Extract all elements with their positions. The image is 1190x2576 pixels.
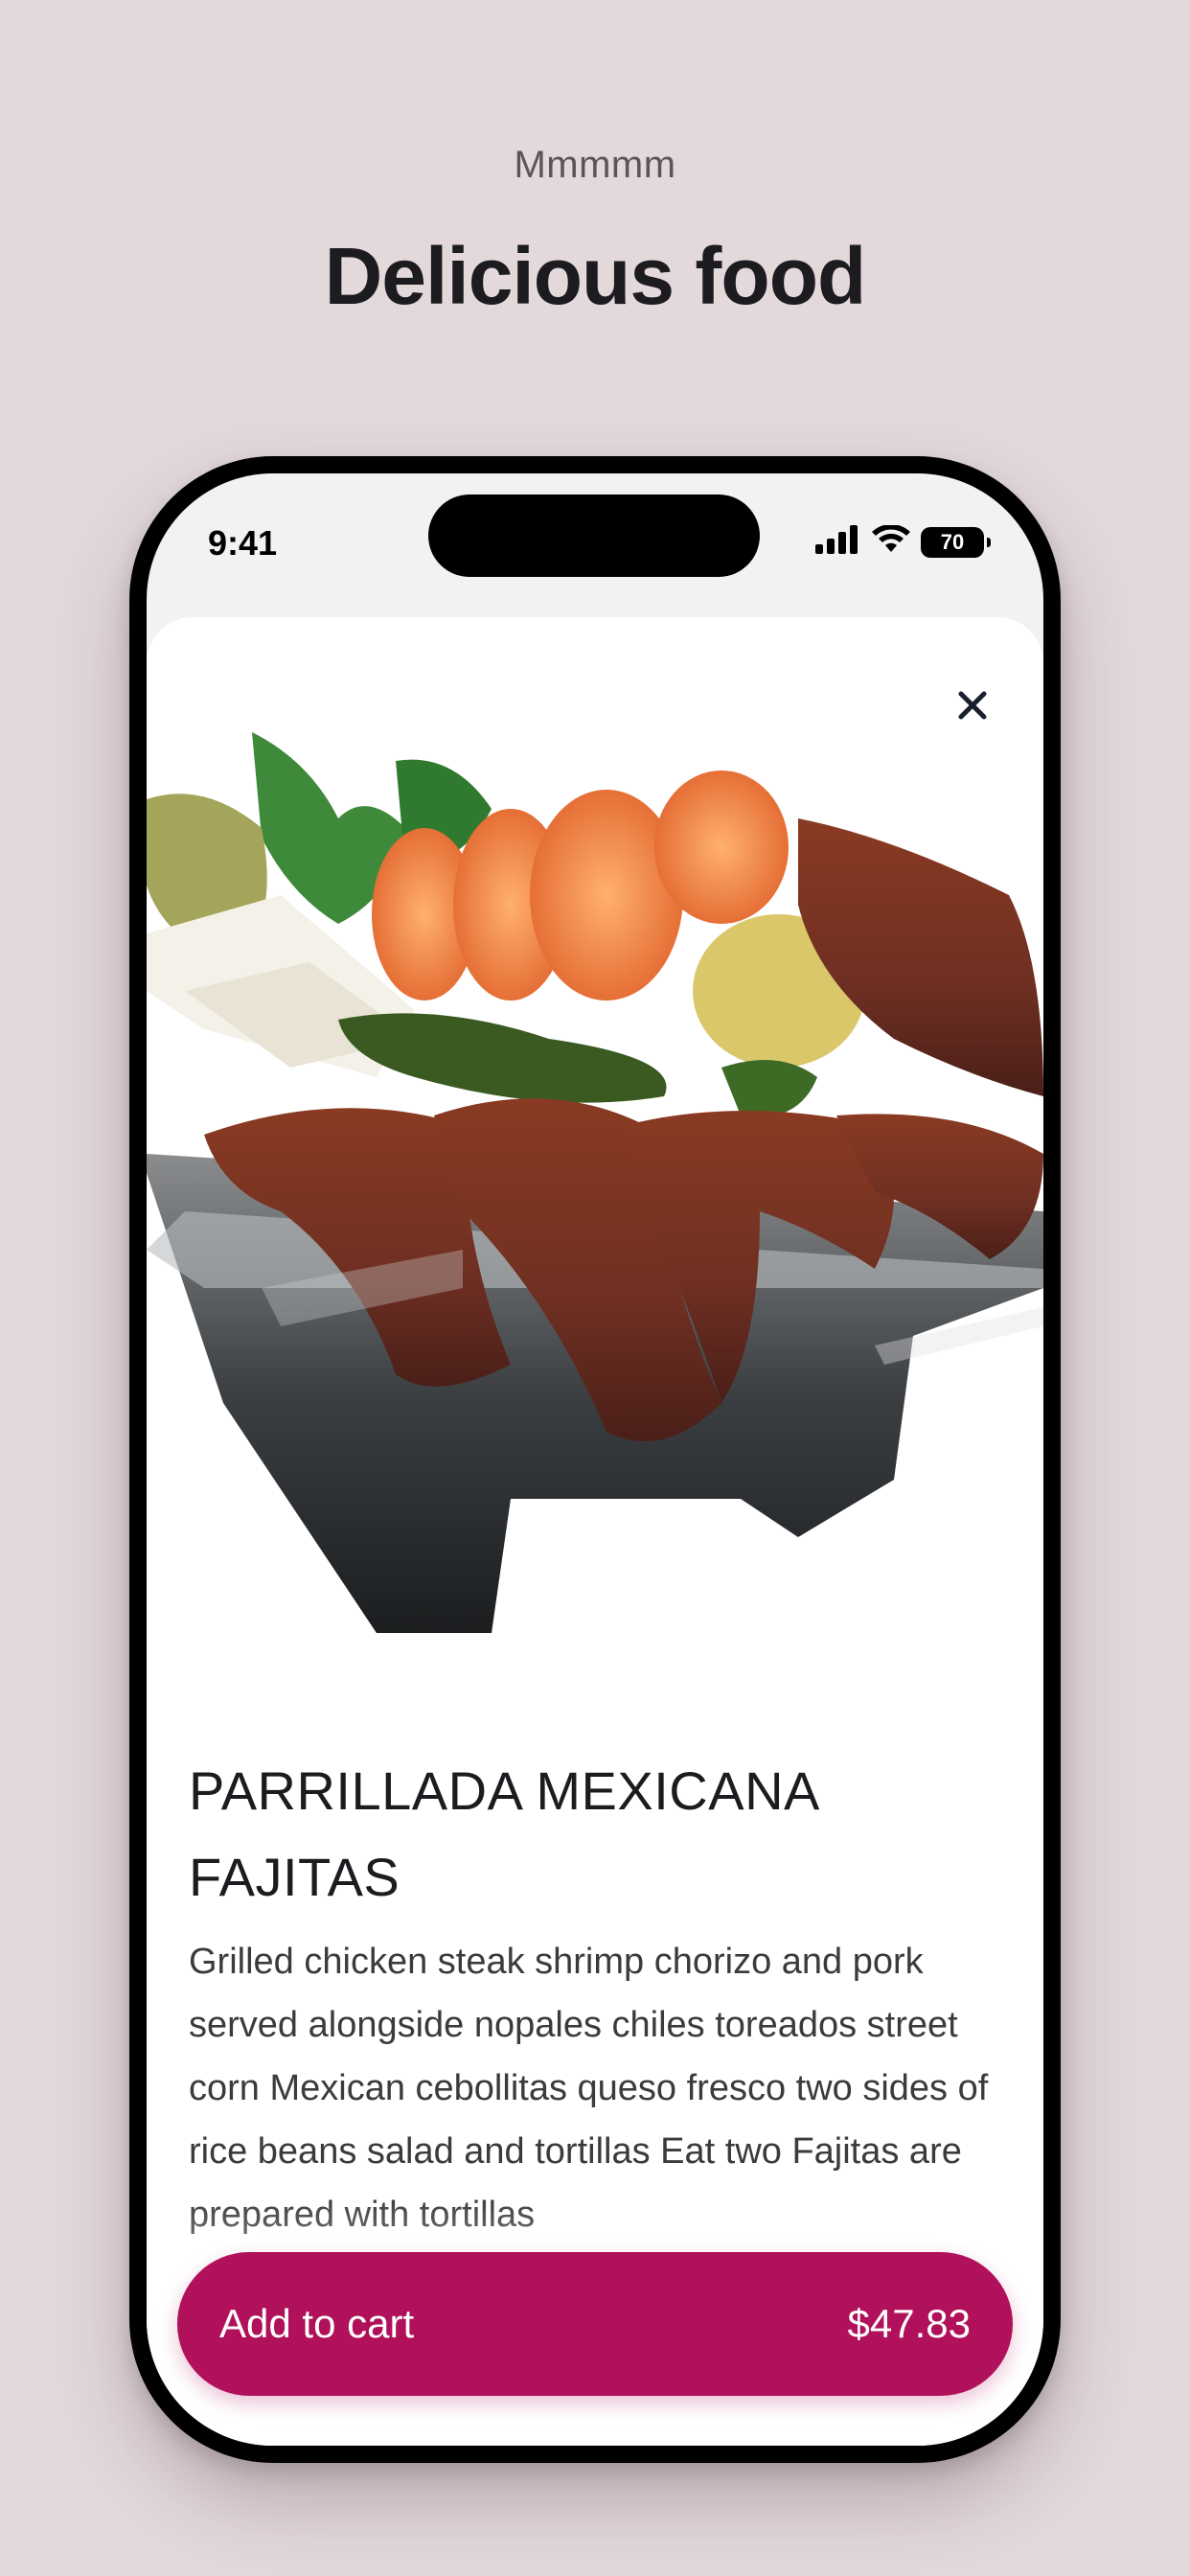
phone-frame: 9:41 70 PARRILLADA MEXICANA FAJITAS Gril…	[129, 456, 1061, 2463]
status-time: 9:41	[208, 523, 278, 563]
close-button[interactable]	[950, 684, 995, 730]
product-sheet: PARRILLADA MEXICANA FAJITAS Grilled chic…	[147, 617, 1043, 2446]
phone-screen: 9:41 70 PARRILLADA MEXICANA FAJITAS Gril…	[147, 473, 1043, 2446]
close-icon	[956, 689, 989, 726]
wifi-icon	[871, 524, 911, 559]
product-title: PARRILLADA MEXICANA FAJITAS	[189, 1760, 817, 1907]
status-icons: 70	[815, 524, 991, 559]
page-title: Delicious food	[324, 231, 867, 321]
add-to-cart-button[interactable]: Add to cart $47.83	[177, 2252, 1013, 2396]
cart-price: $47.83	[847, 2301, 971, 2346]
dynamic-island	[428, 494, 760, 577]
add-to-cart-label: Add to cart	[219, 2301, 415, 2346]
page-eyebrow: Mmmmm	[514, 144, 676, 186]
cellular-signal-icon	[815, 525, 861, 559]
battery-icon: 70	[921, 526, 991, 558]
food-image	[147, 732, 1043, 1633]
status-bar: 9:41 70	[147, 473, 1043, 617]
